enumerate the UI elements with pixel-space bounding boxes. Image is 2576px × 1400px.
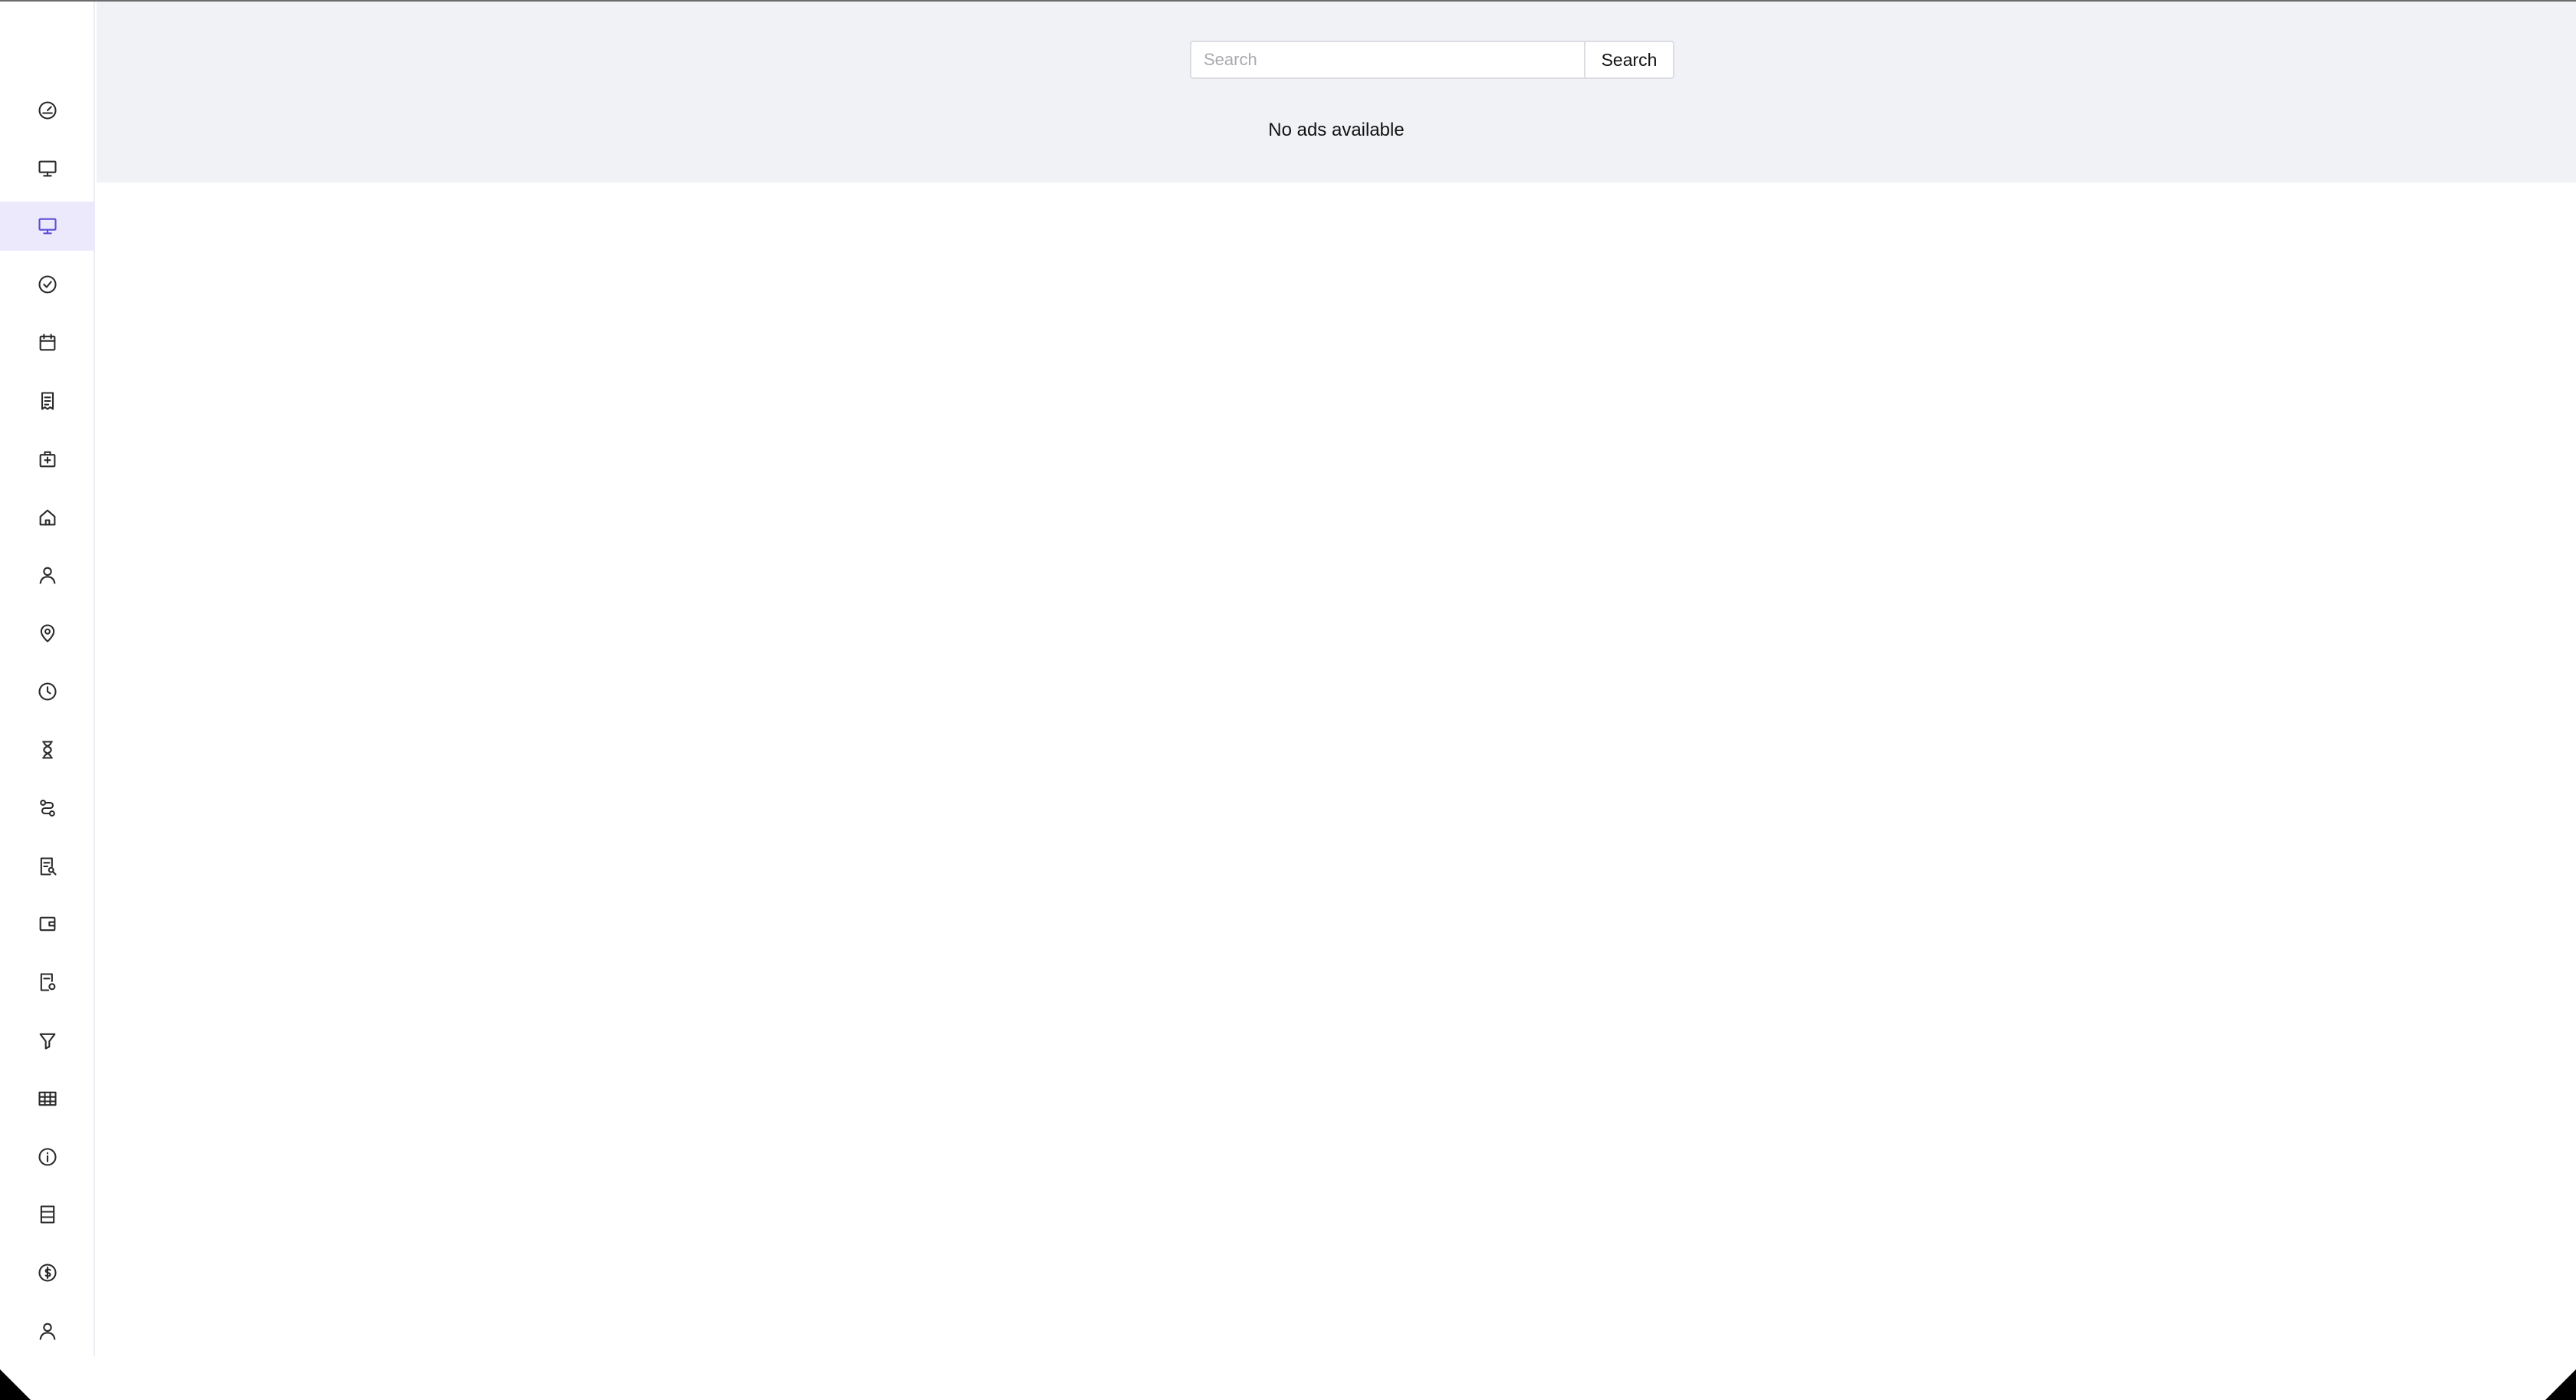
sidebar-item-location[interactable] — [0, 609, 95, 658]
monitor-icon — [38, 218, 57, 235]
user-icon — [39, 567, 56, 584]
search-bar: Search — [1190, 41, 1674, 79]
sidebar-item-info[interactable] — [0, 1132, 95, 1181]
sidebar-item-document-settings[interactable] — [0, 958, 95, 1007]
clock-icon — [38, 682, 57, 701]
route-icon — [40, 800, 55, 817]
sidebar-item-dashboard[interactable] — [0, 86, 95, 135]
empty-state-message: No ads available — [1268, 120, 1405, 140]
sidebar-item-history[interactable] — [0, 667, 95, 716]
window-corner — [2545, 1369, 2576, 1400]
sidebar-item-calendar[interactable] — [0, 318, 95, 367]
sidebar-item-payments[interactable] — [0, 1248, 95, 1297]
sidebar-item-filter[interactable] — [0, 1016, 95, 1065]
calendar-icon — [39, 334, 56, 351]
map-pin-icon — [40, 624, 55, 642]
hourglass-icon — [42, 741, 53, 759]
search-input[interactable] — [1190, 41, 1584, 79]
app-window: Search No ads available — [0, 0, 2576, 1400]
list-icon — [40, 1205, 55, 1224]
ads-search-panel: Search No ads available — [97, 2, 2576, 182]
user-icon — [39, 1323, 56, 1340]
sidebar-item-pending[interactable] — [0, 725, 95, 774]
sidebar-item-receipts[interactable] — [0, 376, 95, 426]
check-circle-icon — [38, 275, 57, 294]
medical-bag-icon — [39, 451, 56, 468]
sidebar-item-reports[interactable] — [0, 842, 95, 891]
window-corner — [0, 1369, 31, 1400]
sidebar-item-ads[interactable] — [0, 202, 95, 251]
sidebar-item-tasks[interactable] — [0, 260, 95, 309]
monitor-icon — [38, 160, 57, 177]
sidebar-item-medical[interactable] — [0, 435, 95, 484]
sidebar-item-profile[interactable] — [0, 1306, 95, 1356]
sidebar-item-route[interactable] — [0, 784, 95, 833]
sidebar-item-list[interactable] — [0, 1190, 95, 1239]
search-button[interactable]: Search — [1584, 41, 1674, 79]
home-icon — [39, 509, 56, 526]
document-settings-icon — [40, 973, 56, 991]
filter-icon — [39, 1033, 56, 1050]
wallet-icon — [39, 916, 56, 932]
table-icon — [38, 1091, 57, 1106]
receipt-icon — [41, 392, 54, 410]
sidebar-item-user[interactable] — [0, 550, 95, 600]
document-search-icon — [40, 857, 57, 876]
sidebar-item-table[interactable] — [0, 1074, 95, 1123]
window-bottom-edge — [0, 1356, 2576, 1400]
sidebar-item-wallet[interactable] — [0, 899, 95, 948]
sidebar-item-monitor[interactable] — [0, 144, 95, 193]
dollar-circle-icon — [38, 1264, 57, 1282]
info-icon — [38, 1148, 57, 1166]
sidebar — [0, 2, 95, 1357]
sidebar-item-home[interactable] — [0, 493, 95, 542]
gauge-icon — [38, 101, 57, 120]
